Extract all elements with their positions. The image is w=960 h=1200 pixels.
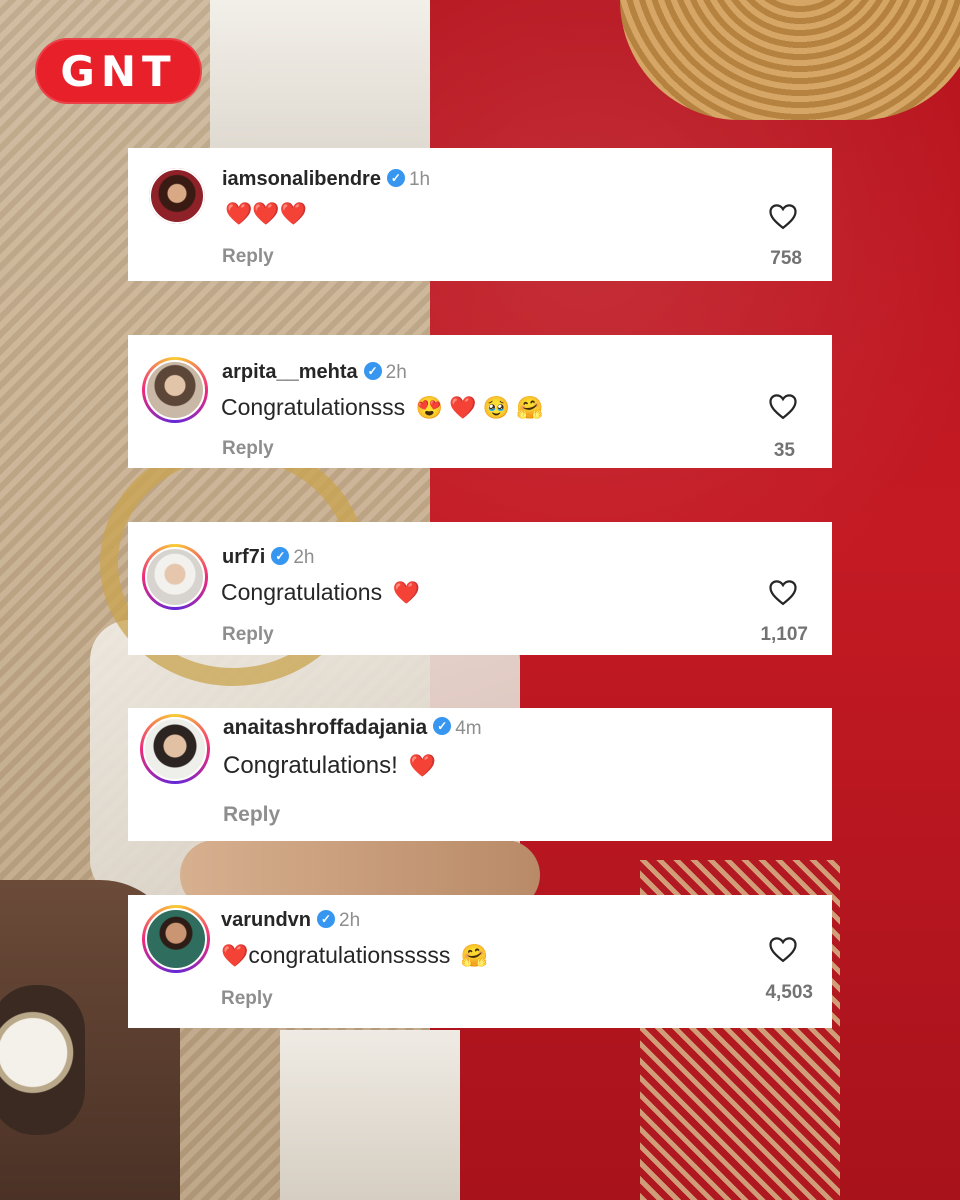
emoji: 🤗 bbox=[460, 943, 489, 968]
avatar[interactable] bbox=[142, 905, 210, 973]
like-count: 758 bbox=[770, 248, 802, 269]
gnt-logo: GNT bbox=[35, 38, 202, 104]
comment-text: ❤️❤️❤️ bbox=[221, 200, 307, 227]
reply-button[interactable]: Reply bbox=[222, 624, 274, 646]
comment-header: varundvn ✓ 2h bbox=[221, 909, 360, 932]
like-count: 35 bbox=[773, 440, 795, 461]
avatar[interactable] bbox=[140, 714, 210, 784]
heart-icon[interactable] bbox=[768, 578, 798, 606]
avatar-image bbox=[145, 360, 205, 420]
username[interactable]: iamsonalibendre bbox=[222, 168, 381, 190]
comment-text: Congratulationsss 😍 ❤️ 🥹 🤗 bbox=[221, 394, 544, 420]
comment-header: iamsonalibendre ✓ 1h bbox=[222, 168, 430, 191]
comment-header: urf7i ✓ 2h bbox=[222, 546, 314, 569]
username[interactable]: arpita__mehta bbox=[222, 361, 358, 383]
verified-icon: ✓ bbox=[386, 168, 405, 187]
username[interactable]: anaitashroffadajania bbox=[223, 716, 427, 739]
timestamp: 2h bbox=[385, 362, 407, 383]
comment-card: arpita__mehta ✓ 2h Congratulationsss 😍 ❤️ … bbox=[128, 335, 832, 468]
emoji: ❤️ bbox=[408, 753, 436, 778]
wristwatch bbox=[0, 985, 85, 1135]
reply-button[interactable]: Reply bbox=[223, 803, 280, 827]
heart-icon[interactable] bbox=[768, 202, 798, 230]
emoji: ❤️ bbox=[221, 943, 249, 968]
like-count: 1,107 bbox=[760, 624, 808, 645]
heart-icon[interactable] bbox=[768, 392, 798, 420]
comment-text: ❤️congratulationsssss 🤗 bbox=[221, 942, 489, 968]
timestamp: 2h bbox=[339, 910, 361, 931]
timestamp: 1h bbox=[408, 169, 431, 190]
comment-card: varundvn ✓ 2h ❤️congratulationsssss 🤗 Repl… bbox=[128, 895, 832, 1028]
avatar-image bbox=[149, 168, 205, 224]
verified-icon: ✓ bbox=[433, 717, 452, 736]
reply-button[interactable]: Reply bbox=[221, 988, 273, 1010]
like-count: 4,503 bbox=[765, 982, 813, 1003]
avatar-image bbox=[145, 547, 205, 607]
emoji: 😍 ❤️ 🥹 🤗 bbox=[415, 395, 544, 420]
kurta-hem bbox=[280, 1030, 460, 1200]
comment-text: Congratulations ❤️ bbox=[221, 579, 420, 605]
avatar[interactable] bbox=[149, 168, 205, 224]
avatar-image bbox=[145, 908, 207, 970]
comment-text: Congratulations! ❤️ bbox=[223, 752, 436, 779]
emoji: ❤️❤️❤️ bbox=[225, 201, 308, 226]
comment-card: anaitashroffadajania ✓ 4m Congratulations!… bbox=[128, 708, 832, 841]
timestamp: 2h bbox=[293, 547, 315, 568]
username[interactable]: urf7i bbox=[222, 546, 265, 568]
comment-header: arpita__mehta ✓ 2h bbox=[222, 361, 407, 384]
avatar[interactable] bbox=[142, 357, 208, 423]
heart-icon[interactable] bbox=[768, 935, 798, 963]
verified-icon: ✓ bbox=[317, 909, 336, 928]
emoji: ❤️ bbox=[392, 580, 420, 605]
comment-card: urf7i ✓ 2h Congratulations ❤️ Reply 1,107 bbox=[128, 522, 832, 655]
timestamp: 4m bbox=[455, 718, 482, 739]
comment-header: anaitashroffadajania ✓ 4m bbox=[223, 716, 482, 740]
avatar[interactable] bbox=[142, 544, 208, 610]
avatar-image bbox=[143, 717, 207, 781]
username[interactable]: varundvn bbox=[221, 909, 311, 931]
verified-icon: ✓ bbox=[363, 361, 382, 380]
verified-icon: ✓ bbox=[271, 546, 290, 565]
comment-card: iamsonalibendre ✓ 1h ❤️❤️❤️ Reply 758 bbox=[128, 148, 832, 281]
reply-button[interactable]: Reply bbox=[222, 246, 274, 268]
reply-button[interactable]: Reply bbox=[222, 438, 274, 460]
